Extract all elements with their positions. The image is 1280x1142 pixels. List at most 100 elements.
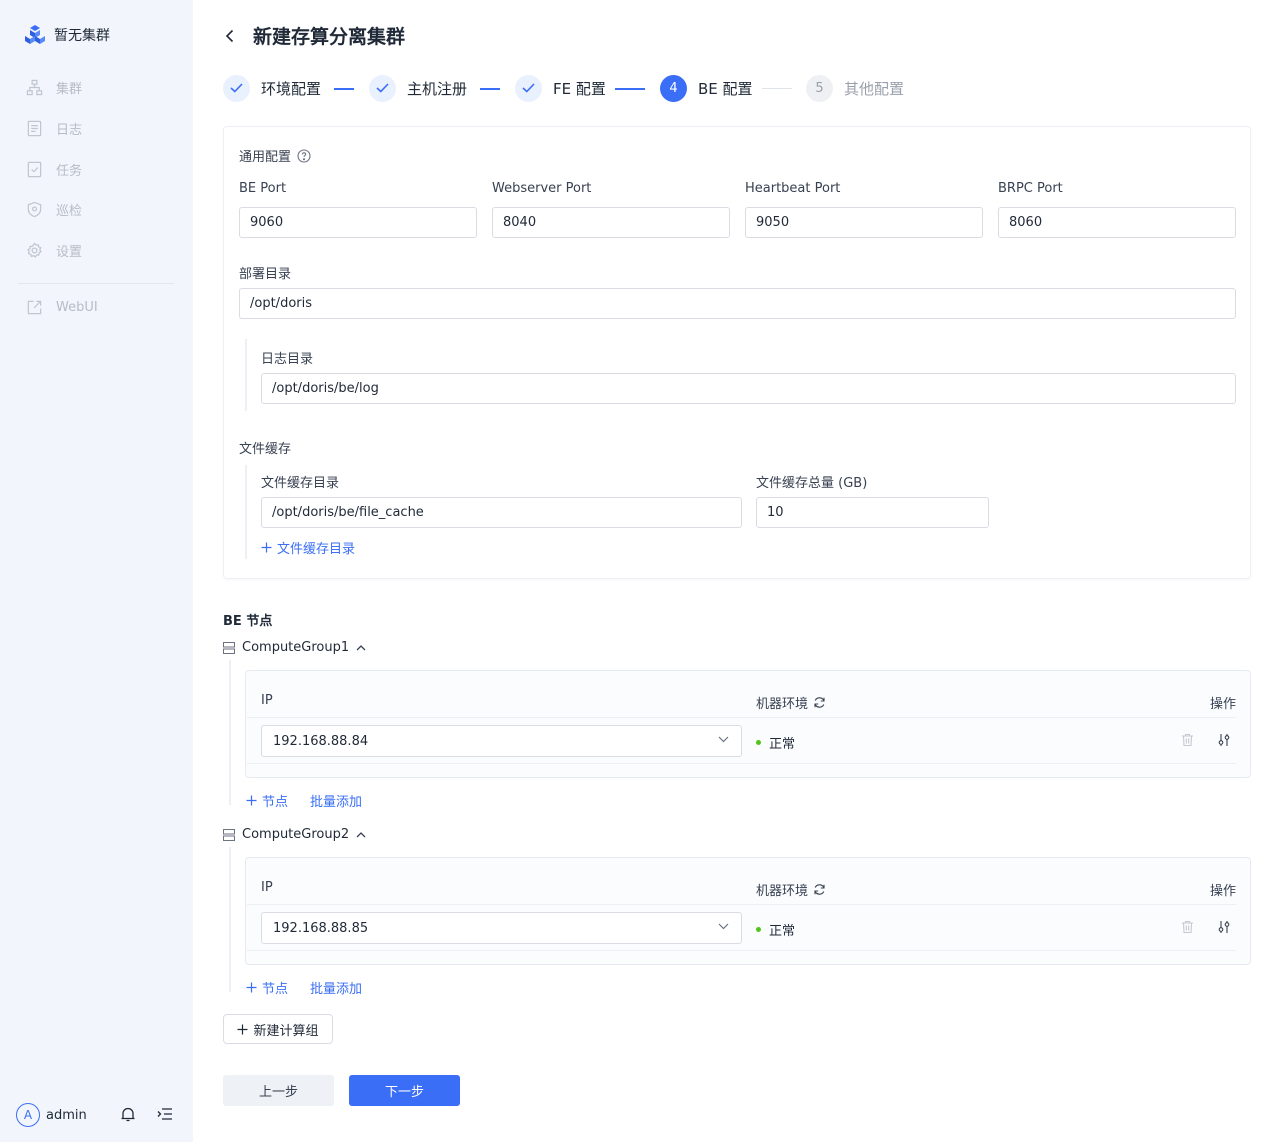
page-title: 新建存算分离集群	[253, 26, 406, 48]
back-button[interactable]	[225, 28, 239, 44]
batch-add-link[interactable]: 批量添加	[310, 978, 362, 997]
add-node-label: 节点	[262, 982, 289, 997]
sliders-icon	[1218, 921, 1230, 933]
col-ip-header: IP	[261, 880, 273, 895]
sidebar-item-label: 日志	[56, 123, 83, 138]
chevron-down-icon	[718, 923, 729, 930]
menu-fold-icon[interactable]	[157, 1106, 173, 1122]
node-settings-button[interactable]	[1216, 919, 1232, 935]
add-file-cache-dir-label: 文件缓存目录	[277, 542, 356, 557]
log-icon	[27, 120, 42, 137]
steps: 环境配置 主机注册 FE 配置 4 BE 配置 5 其他配置	[223, 74, 923, 104]
chevron-up-icon[interactable]	[356, 831, 366, 838]
ip-select[interactable]: 192.168.88.85	[261, 912, 742, 944]
col-env-header: 机器环境	[756, 693, 826, 712]
main-content: 新建存算分离集群 环境配置 主机注册 FE 配置 4 BE 配置 5 其他配置 …	[193, 0, 1280, 1142]
table-divider	[247, 717, 1236, 718]
heartbeat-port-label: Heartbeat Port	[745, 181, 841, 196]
file-cache-dir-label: 文件缓存目录	[261, 476, 340, 491]
new-compute-group-button[interactable]: 新建计算组	[223, 1014, 333, 1044]
ip-select-value: 192.168.88.85	[273, 920, 369, 936]
webserver-port-input[interactable]: 8040	[492, 207, 730, 238]
brpc-port-label: BRPC Port	[998, 181, 1063, 196]
brand[interactable]: 暂无集群	[24, 24, 110, 46]
chevron-left-icon	[225, 29, 234, 43]
col-env-header: 机器环境	[756, 880, 826, 899]
add-file-cache-dir-link[interactable]: 文件缓存目录	[261, 538, 355, 557]
col-env-label: 机器环境	[756, 884, 809, 899]
step-host[interactable]: 主机注册	[369, 74, 467, 102]
env-status-label: 正常	[769, 737, 796, 752]
compute-group-header[interactable]: ComputeGroup2	[223, 827, 366, 842]
add-node-link[interactable]: 节点	[246, 978, 288, 997]
task-icon	[27, 161, 42, 178]
step-label: FE 配置	[553, 79, 606, 98]
compute-group-header[interactable]: ComputeGroup1	[223, 640, 366, 655]
general-config-card: 通用配置 BE Port 9060 Webserver Port 8040 He…	[223, 126, 1251, 579]
ip-select[interactable]: 192.168.88.84	[261, 725, 742, 757]
node-settings-button[interactable]	[1216, 732, 1232, 748]
deploy-dir-input[interactable]: /opt/doris	[239, 288, 1236, 319]
group-indent	[229, 660, 231, 805]
bell-icon[interactable]	[120, 1106, 136, 1123]
delete-button[interactable]	[1179, 919, 1195, 935]
general-config-title: 通用配置	[239, 146, 311, 165]
refresh-icon[interactable]	[813, 883, 826, 896]
sidebar-item-settings[interactable]: 设置	[26, 241, 82, 260]
be-port-input[interactable]: 9060	[239, 207, 477, 238]
delete-button[interactable]	[1179, 732, 1195, 748]
trash-icon	[1181, 733, 1193, 747]
compute-group-table: IP 机器环境 操作 192.168.88.84 正常	[245, 670, 1251, 778]
avatar[interactable]: A	[16, 1103, 40, 1127]
step-connector	[334, 88, 354, 90]
env-status: 正常	[756, 733, 795, 752]
sidebar-item-cluster[interactable]: 集群	[26, 78, 82, 97]
heartbeat-port-input[interactable]: 9050	[745, 207, 983, 238]
deploy-dir-label: 部署目录	[239, 267, 292, 282]
add-node-link[interactable]: 节点	[246, 791, 288, 810]
check-icon	[522, 83, 535, 93]
step-number: 5	[806, 74, 833, 102]
log-dir-input[interactable]: /opt/doris/be/log	[261, 373, 1236, 404]
prev-step-button[interactable]: 上一步	[223, 1075, 334, 1106]
brpc-port-input[interactable]: 8060	[998, 207, 1236, 238]
sidebar-item-label: 设置	[56, 245, 83, 260]
env-status: 正常	[756, 920, 795, 939]
help-icon[interactable]	[297, 148, 311, 163]
step-be[interactable]: 4 BE 配置	[660, 74, 753, 102]
batch-add-link[interactable]: 批量添加	[310, 791, 362, 810]
refresh-icon[interactable]	[813, 696, 826, 709]
log-dir-label: 日志目录	[261, 352, 314, 367]
col-ops-header: 操作	[1209, 697, 1236, 712]
step-connector	[615, 88, 645, 90]
brand-label: 暂无集群	[54, 28, 110, 44]
file-cache-size-input[interactable]: 10	[756, 497, 989, 528]
step-fe[interactable]: FE 配置	[515, 74, 606, 102]
step-label: BE 配置	[698, 79, 753, 98]
step-connector	[762, 88, 792, 89]
group-indent	[229, 847, 231, 992]
sidebar-item-log[interactable]: 日志	[26, 119, 82, 138]
server-icon	[223, 641, 235, 654]
plus-icon	[261, 542, 272, 553]
logo-icon	[25, 25, 45, 44]
file-cache-indent	[245, 465, 247, 559]
plus-icon	[246, 982, 257, 993]
compute-group-name: ComputeGroup2	[242, 827, 350, 842]
next-step-button[interactable]: 下一步	[349, 1075, 460, 1106]
ip-select-value: 192.168.88.84	[273, 733, 369, 749]
sidebar-item-inspection[interactable]: 巡检	[26, 200, 82, 219]
be-port-label: BE Port	[239, 181, 287, 196]
gear-icon	[27, 242, 42, 258]
step-number: 4	[660, 74, 687, 102]
add-node-label: 节点	[262, 795, 289, 810]
col-env-label: 机器环境	[756, 697, 809, 712]
username[interactable]: admin	[46, 1108, 87, 1123]
plus-icon	[246, 795, 257, 806]
sidebar-item-task[interactable]: 任务	[26, 160, 82, 179]
step-other[interactable]: 5 其他配置	[806, 74, 904, 102]
sidebar-item-webui[interactable]: WebUI	[26, 299, 98, 316]
file-cache-dir-input[interactable]: /opt/doris/be/file_cache	[261, 497, 742, 528]
chevron-up-icon[interactable]	[356, 644, 366, 651]
step-env[interactable]: 环境配置	[223, 74, 321, 102]
